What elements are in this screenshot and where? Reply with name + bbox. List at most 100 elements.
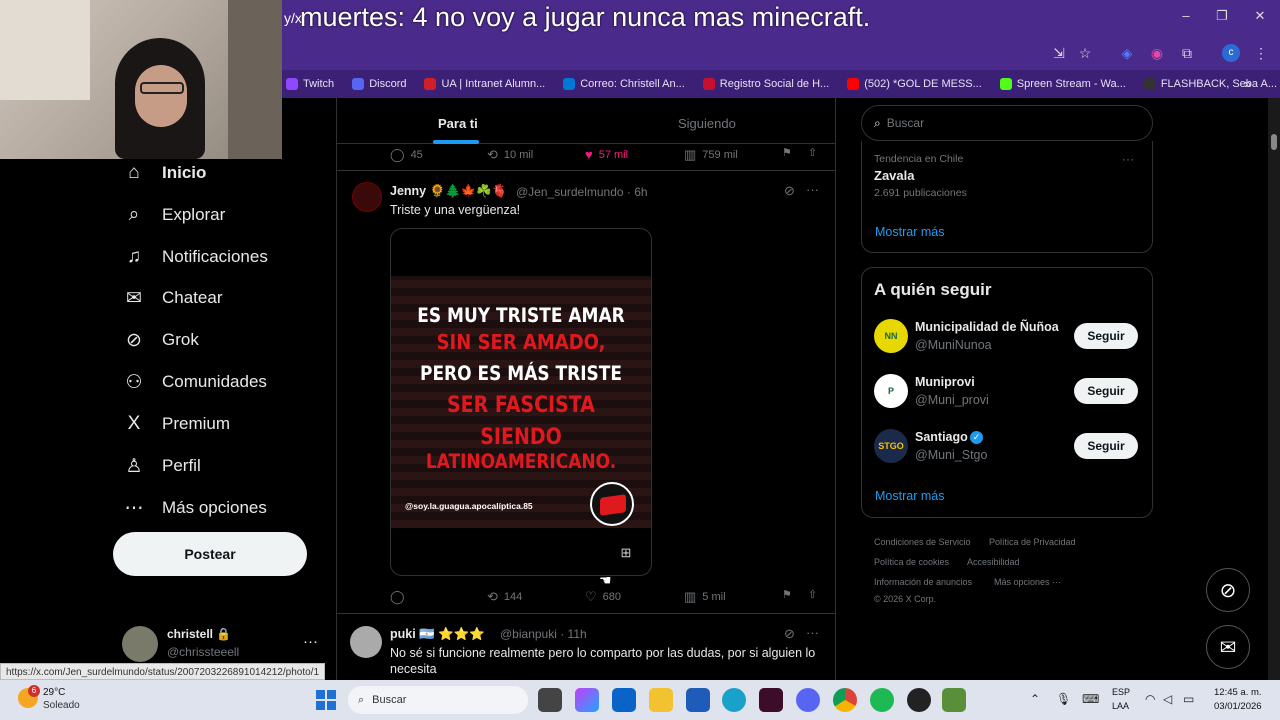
tab-following[interactable]: Siguiendo: [678, 116, 736, 131]
bookmark-item[interactable]: UA | Intranet Alumn...: [424, 78, 545, 90]
bookmark-item[interactable]: Spreen Stream - Wa...: [999, 78, 1126, 90]
extension-shield-icon[interactable]: ◈: [1118, 44, 1136, 62]
tweet-author-handle[interactable]: @Jen_surdelmundo · 6h: [516, 185, 648, 199]
account-more-icon[interactable]: ···: [303, 633, 318, 650]
avatar[interactable]: P: [874, 374, 908, 408]
search-input[interactable]: ⌕ Buscar: [861, 105, 1153, 141]
repost-action[interactable]: ⟲ 10 mil: [487, 147, 533, 163]
tweet-author-handle[interactable]: @bianpuki · 11h: [500, 627, 587, 641]
language-bottom[interactable]: LAA: [1112, 701, 1129, 711]
spotify-icon[interactable]: [870, 688, 894, 712]
bookmark-item[interactable]: Discord: [352, 78, 406, 90]
language-top[interactable]: ESP: [1112, 687, 1130, 697]
bookmark-icon[interactable]: ⚑: [782, 588, 792, 601]
weather-temp[interactable]: 29°C: [43, 687, 65, 698]
share-icon[interactable]: ⇧: [808, 146, 817, 159]
avatar[interactable]: [122, 626, 158, 662]
alt-text-icon[interactable]: ⊞: [617, 545, 635, 563]
footer-link[interactable]: Política de cookies: [874, 557, 949, 567]
follow-button[interactable]: Seguir: [1074, 433, 1138, 459]
tweet-avatar[interactable]: [350, 626, 382, 658]
post-button[interactable]: Postear: [113, 532, 307, 576]
footer-link[interactable]: Política de Privacidad: [989, 537, 1076, 547]
footer-link[interactable]: Condiciones de Servicio: [874, 537, 971, 547]
extension-pink-icon[interactable]: ◉: [1148, 44, 1166, 62]
follow-button[interactable]: Seguir: [1074, 378, 1138, 404]
tab-for-you[interactable]: Para ti: [438, 116, 478, 131]
grok-fab-icon[interactable]: ⊘: [1206, 568, 1250, 612]
bookmark-icon[interactable]: ⚑: [782, 146, 792, 159]
maximize-button[interactable]: ❐: [1212, 8, 1232, 24]
weather-desc[interactable]: Soleado: [43, 700, 80, 711]
nav-item-perfil[interactable]: ♙ Perfil: [123, 452, 200, 480]
profile-avatar-icon[interactable]: c: [1222, 44, 1240, 62]
battery-icon[interactable]: ▭: [1183, 692, 1194, 706]
nav-item-inicio[interactable]: ⌂ Inicio: [123, 159, 206, 187]
extensions-icon[interactable]: ⧉: [1178, 44, 1196, 62]
like-action[interactable]: ♡ 680: [585, 589, 621, 605]
menu-kebab-icon[interactable]: ⋮: [1252, 44, 1270, 62]
clock-time[interactable]: 12:45 a. m.: [1214, 687, 1262, 698]
wifi-icon[interactable]: ◠: [1145, 692, 1155, 706]
minecraft-icon[interactable]: [942, 688, 966, 712]
nav-item-chatear[interactable]: ✉ Chatear: [123, 284, 222, 312]
bookmark-item[interactable]: (502) *GOL DE MESS...: [847, 78, 982, 90]
edge-icon[interactable]: [722, 688, 746, 712]
avatar[interactable]: NN: [874, 319, 908, 353]
follow-account-name[interactable]: Muniprovi: [915, 375, 975, 389]
tray-chevron-icon[interactable]: ⌃: [1030, 692, 1040, 706]
nav-item-notificaciones[interactable]: ♫ Notificaciones: [123, 243, 268, 271]
minimize-button[interactable]: –: [1176, 8, 1196, 23]
tweet-author-name[interactable]: Jenny 🌻🌲🍁☘️🫀: [390, 184, 507, 199]
tweet-author-name[interactable]: puki 🇦🇷 ⭐⭐⭐: [390, 627, 485, 642]
windows-start-icon[interactable]: [316, 690, 336, 710]
like-action[interactable]: ♥ 57 mil: [585, 147, 628, 162]
copilot-icon[interactable]: [575, 688, 599, 712]
nav-item-grok[interactable]: ⊘ Grok: [123, 326, 199, 354]
clip-studio-icon[interactable]: [759, 688, 783, 712]
views-action[interactable]: ▥ 759 mil: [684, 147, 738, 163]
taskbar-search-input[interactable]: ⌕ Buscar: [348, 686, 528, 714]
views-action[interactable]: ▥ 5 mil: [684, 589, 726, 605]
grok-icon[interactable]: ⊘: [784, 626, 795, 642]
account-name[interactable]: christell 🔒: [167, 627, 231, 641]
bookmark-item[interactable]: Registro Social de H...: [702, 78, 829, 90]
nav-item-más-opciones[interactable]: ⋯ Más opciones: [123, 494, 267, 522]
more-icon[interactable]: ···: [806, 182, 819, 197]
obs-icon[interactable]: [907, 688, 931, 712]
volume-icon[interactable]: ◁: [1163, 692, 1172, 706]
follow-account-name[interactable]: Municipalidad de Ñuñoa: [915, 320, 1059, 334]
bookmarks-overflow-icon[interactable]: »: [1244, 76, 1251, 91]
bookmark-star-icon[interactable]: ☆: [1076, 44, 1094, 62]
nav-item-explorar[interactable]: ⌕ Explorar: [123, 201, 226, 229]
install-app-icon[interactable]: ⇲: [1050, 44, 1068, 62]
discord-icon[interactable]: [796, 688, 820, 712]
more-icon[interactable]: ···: [806, 625, 819, 640]
share-icon[interactable]: ⇧: [808, 588, 817, 601]
close-button[interactable]: ✕: [1250, 8, 1270, 24]
nav-item-comunidades[interactable]: ⚇ Comunidades: [123, 368, 266, 396]
trend-more-icon[interactable]: ···: [1122, 152, 1134, 166]
clock-date[interactable]: 03/01/2026: [1214, 701, 1262, 712]
footer-link[interactable]: Más opciones ···: [994, 577, 1061, 587]
show-more-link[interactable]: Mostrar más: [875, 489, 944, 503]
file-explorer-icon[interactable]: [649, 688, 673, 712]
show-more-link[interactable]: Mostrar más: [875, 225, 944, 239]
footer-link[interactable]: Accesibilidad: [967, 557, 1020, 567]
word-icon[interactable]: [686, 688, 710, 712]
follow-button[interactable]: Seguir: [1074, 323, 1138, 349]
nav-item-premium[interactable]: X Premium: [123, 410, 230, 438]
trend-title[interactable]: Zavala: [874, 168, 914, 183]
keyboard-icon[interactable]: ⌨: [1082, 692, 1099, 706]
follow-account-name[interactable]: Santiago: [915, 430, 968, 444]
tweet-avatar[interactable]: [352, 182, 382, 212]
scrollbar[interactable]: [1268, 98, 1280, 680]
chrome-icon[interactable]: [833, 688, 857, 712]
footer-link[interactable]: Información de anuncios: [874, 577, 972, 587]
repost-action[interactable]: ⟲ 144: [487, 589, 522, 605]
avatar[interactable]: STGO: [874, 429, 908, 463]
outlook-icon[interactable]: [612, 688, 636, 712]
grok-icon[interactable]: ⊘: [784, 183, 795, 199]
microphone-icon[interactable]: 🎙: [1056, 692, 1071, 706]
bookmark-item[interactable]: Correo: Christell An...: [563, 78, 685, 90]
